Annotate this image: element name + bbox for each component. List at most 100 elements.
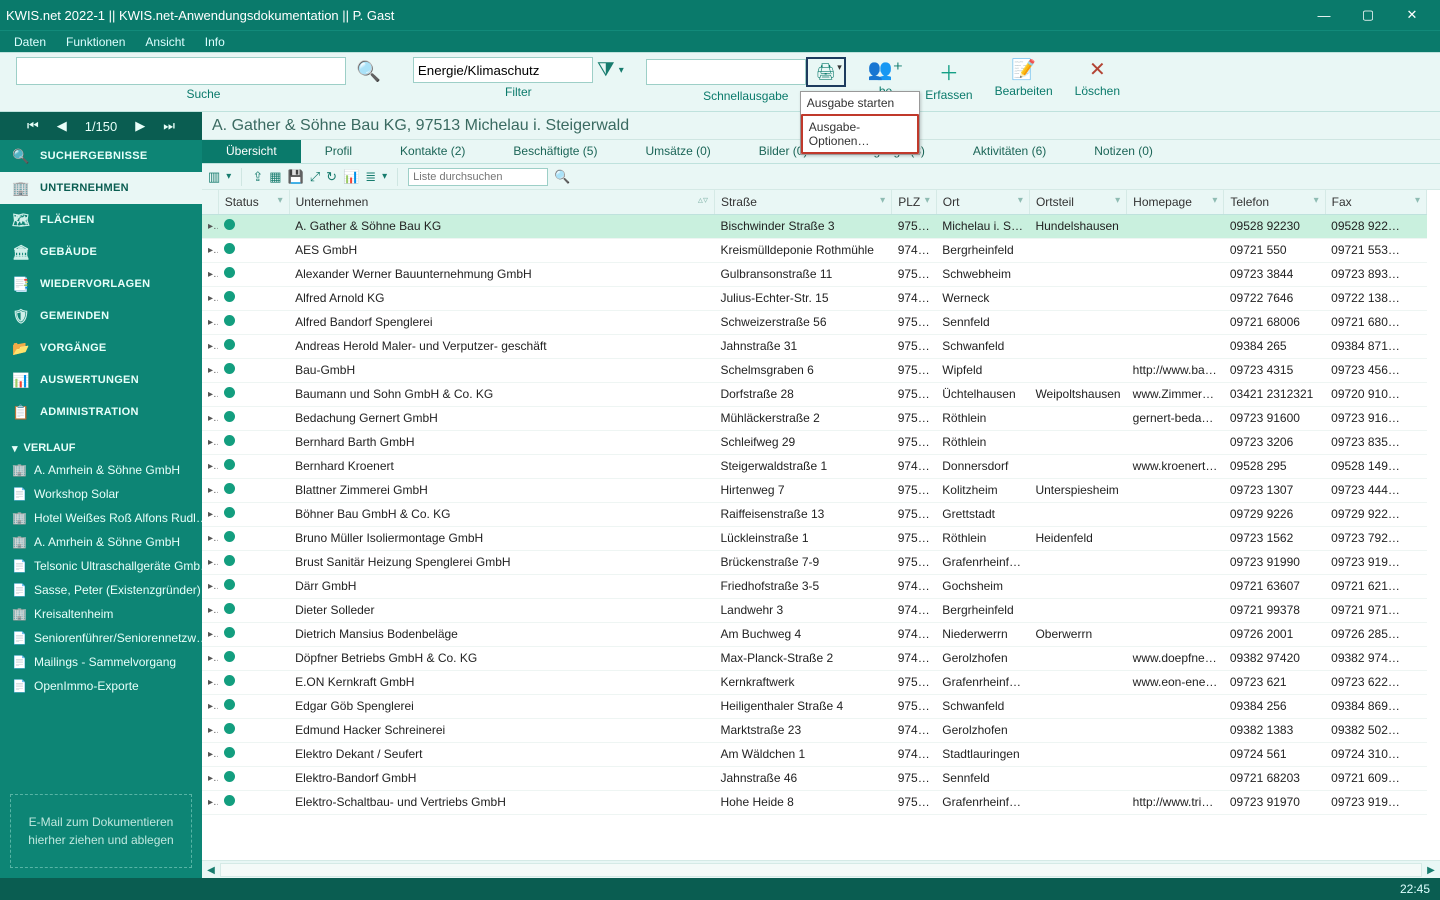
delete-icon[interactable]: ✕: [1089, 57, 1106, 82]
table-row[interactable]: ▸Alexander Werner Bauunternehmung GmbHGu…: [202, 262, 1427, 286]
row-handle[interactable]: ▸: [202, 310, 218, 334]
print-menu-start[interactable]: Ausgabe starten: [801, 92, 919, 114]
grid-icon[interactable]: ▦: [269, 169, 281, 185]
filter-icon[interactable]: ▾: [278, 195, 283, 206]
tab-0[interactable]: Übersicht: [202, 140, 301, 163]
print-dropdown-icon[interactable]: ▾: [837, 62, 842, 73]
row-handle[interactable]: ▸: [202, 262, 218, 286]
print-menu-options[interactable]: Ausgabe-Optionen…: [801, 114, 919, 154]
table-row[interactable]: ▸A. Gather & Söhne Bau KGBischwinder Str…: [202, 214, 1427, 238]
row-handle[interactable]: ▸: [202, 766, 218, 790]
plus-icon[interactable]: ＋: [939, 57, 959, 86]
sidebar-item-flächen[interactable]: 🗺Flächen: [0, 204, 202, 236]
sidebar-item-administration[interactable]: 📋Administration: [0, 396, 202, 428]
row-handle[interactable]: ▸: [202, 382, 218, 406]
table-row[interactable]: ▸E.ON Kernkraft GmbHKernkraftwerk975…Gra…: [202, 670, 1427, 694]
pager-last-icon[interactable]: ⏭: [163, 118, 175, 134]
menu-info[interactable]: Info: [195, 33, 235, 51]
col-homepage[interactable]: Homepage▾: [1127, 190, 1224, 214]
history-item[interactable]: 📄Seniorenführer/Seniorennetzw…: [0, 626, 202, 650]
filter-dropdown-icon[interactable]: ▾: [619, 65, 624, 76]
refresh-icon[interactable]: ↻: [326, 169, 337, 185]
col-ort[interactable]: Ort▾: [936, 190, 1029, 214]
col-fax[interactable]: Fax▾: [1325, 190, 1426, 214]
table-row[interactable]: ▸Alfred Arnold KGJulius-Echter-Str. 1597…: [202, 286, 1427, 310]
col-straße[interactable]: Straße▾: [714, 190, 891, 214]
history-item[interactable]: 📄Mailings - Sammelvorgang: [0, 650, 202, 674]
row-handle[interactable]: ▸: [202, 478, 218, 502]
chart-icon[interactable]: 📊: [343, 169, 359, 185]
row-handle[interactable]: ▸: [202, 286, 218, 310]
pager-next-icon[interactable]: ▶: [135, 118, 145, 134]
table-row[interactable]: ▸Bernhard Barth GmbHSchleifweg 29975…Röt…: [202, 430, 1427, 454]
scroll-right-icon[interactable]: ▶: [1423, 863, 1439, 877]
row-handle[interactable]: ▸: [202, 790, 218, 814]
sidebar-item-suchergebnisse[interactable]: 🔍Suchergebnisse: [0, 140, 202, 172]
menu-funktionen[interactable]: Funktionen: [56, 33, 135, 51]
history-item[interactable]: 🏢Kreisaltenheim: [0, 602, 202, 626]
table-row[interactable]: ▸Elektro-Bandorf GmbHJahnstraße 46975…Se…: [202, 766, 1427, 790]
table-row[interactable]: ▸AES GmbHKreismülldeponie Rothmühle974…B…: [202, 238, 1427, 262]
row-handle[interactable]: ▸: [202, 334, 218, 358]
row-handle[interactable]: ▸: [202, 742, 218, 766]
table-row[interactable]: ▸Böhner Bau GmbH & Co. KGRaiffeisenstraß…: [202, 502, 1427, 526]
tab-2[interactable]: Kontakte (2): [376, 140, 489, 163]
filter-input[interactable]: [413, 57, 593, 83]
tab-4[interactable]: Umsätze (0): [621, 140, 734, 163]
table-row[interactable]: ▸Bernhard KroenertSteigerwaldstraße 1974…: [202, 454, 1427, 478]
grid-search-input[interactable]: [408, 168, 548, 186]
table-row[interactable]: ▸Därr GmbHFriedhofstraße 3-5974…Gochshei…: [202, 574, 1427, 598]
maximize-button[interactable]: ▢: [1346, 0, 1390, 30]
row-handle[interactable]: ▸: [202, 550, 218, 574]
table-row[interactable]: ▸Elektro-Schaltbau- und Vertriebs GmbHHo…: [202, 790, 1427, 814]
history-item[interactable]: 🏢A. Amrhein & Söhne GmbH: [0, 530, 202, 554]
sidebar-item-unternehmen[interactable]: 🏢Unternehmen: [0, 172, 202, 204]
table-row[interactable]: ▸Edgar Göb SpenglereiHeiligenthaler Stra…: [202, 694, 1427, 718]
table-row[interactable]: ▸Edmund Hacker SchreinereiMarktstraße 23…: [202, 718, 1427, 742]
row-handle[interactable]: ▸: [202, 454, 218, 478]
table-row[interactable]: ▸Baumann und Sohn GmbH & Co. KGDorfstraß…: [202, 382, 1427, 406]
table-row[interactable]: ▸Dieter SollederLandwehr 3974…Bergrheinf…: [202, 598, 1427, 622]
row-handle[interactable]: ▸: [202, 358, 218, 382]
group-person-icon[interactable]: 👥⁺: [868, 57, 903, 82]
pager-prev-icon[interactable]: ◀: [57, 118, 67, 134]
tab-1[interactable]: Profil: [301, 140, 376, 163]
history-item[interactable]: 📄OpenImmo-Exporte: [0, 674, 202, 698]
row-handle[interactable]: ▸: [202, 646, 218, 670]
sort-filter-icon[interactable]: ▵▿: [698, 195, 708, 206]
menu-daten[interactable]: Daten: [4, 33, 56, 51]
save-layout-icon[interactable]: 💾: [288, 169, 304, 185]
chevron-down-icon[interactable]: ▾: [12, 442, 18, 455]
edit-icon[interactable]: 📝: [1011, 57, 1036, 82]
tab-3[interactable]: Beschäftigte (5): [489, 140, 621, 163]
row-handle[interactable]: ▸: [202, 598, 218, 622]
filter-icon[interactable]: ▾: [1018, 195, 1023, 206]
global-search-input[interactable]: [16, 57, 346, 85]
tab-7[interactable]: Aktivitäten (6): [949, 140, 1070, 163]
col-ortsteil[interactable]: Ortsteil▾: [1029, 190, 1126, 214]
filter-icon[interactable]: ▾: [1212, 195, 1217, 206]
history-item[interactable]: 📄Sasse, Peter (Existenzgründer): [0, 578, 202, 602]
tab-8[interactable]: Notizen (0): [1070, 140, 1177, 163]
sidebar-item-gemeinden[interactable]: 🛡Gemeinden: [0, 300, 202, 332]
table-row[interactable]: ▸Dietrich Mansius BodenbelägeAm Buchweg …: [202, 622, 1427, 646]
history-item[interactable]: 🏢A. Amrhein & Söhne GmbH: [0, 458, 202, 482]
sidebar-item-gebäude[interactable]: 🏛Gebäude: [0, 236, 202, 268]
table-row[interactable]: ▸Andreas Herold Maler- und Verputzer- ge…: [202, 334, 1427, 358]
table-row[interactable]: ▸Bau-GmbHSchelmsgraben 6975…Wipfeldhttp:…: [202, 358, 1427, 382]
row-handle[interactable]: ▸: [202, 406, 218, 430]
history-item[interactable]: 📄Telsonic Ultraschallgeräte Gmb…: [0, 554, 202, 578]
list-icon[interactable]: ≣: [365, 169, 376, 185]
row-handle[interactable]: ▸: [202, 238, 218, 262]
row-handle[interactable]: ▸: [202, 670, 218, 694]
list-dd-icon[interactable]: ▾: [382, 171, 387, 182]
row-handle[interactable]: ▸: [202, 718, 218, 742]
row-handle[interactable]: ▸: [202, 214, 218, 238]
columns-dd-icon[interactable]: ▾: [226, 171, 231, 182]
row-handle[interactable]: ▸: [202, 526, 218, 550]
row-handle[interactable]: ▸: [202, 430, 218, 454]
table-row[interactable]: ▸Elektro Dekant / SeufertAm Wäldchen 197…: [202, 742, 1427, 766]
pager-first-icon[interactable]: ⏮: [27, 118, 39, 134]
col-telefon[interactable]: Telefon▾: [1224, 190, 1325, 214]
table-row[interactable]: ▸Blattner Zimmerei GmbHHirtenweg 7975…Ko…: [202, 478, 1427, 502]
